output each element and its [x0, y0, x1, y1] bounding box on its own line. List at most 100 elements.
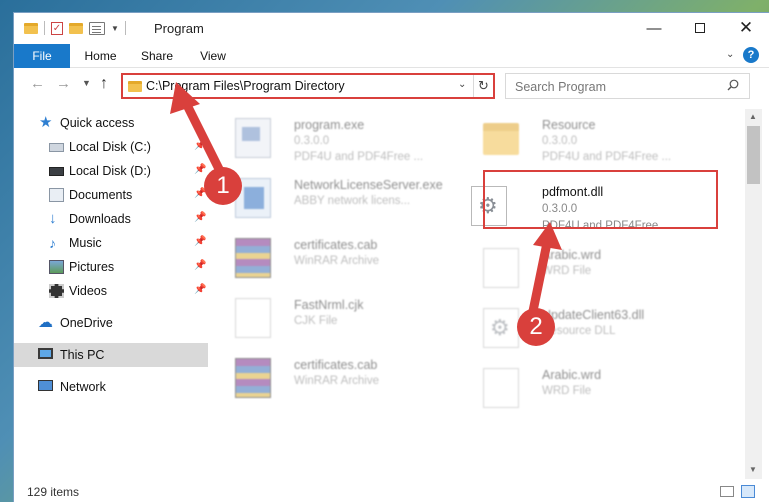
scroll-down-icon[interactable]: ▼ [749, 465, 757, 474]
sidebar-item-quick-access[interactable]: ★ Quick access [14, 111, 210, 135]
pin-icon[interactable]: 📌 [194, 284, 206, 295]
file-item[interactable]: UpdateClient63.dll Resource DLL [458, 303, 703, 359]
back-arrow-icon[interactable]: ← [30, 75, 45, 92]
scrollbar-thumb[interactable] [747, 126, 760, 184]
pin-icon[interactable]: 📌 [194, 260, 206, 271]
tab-share[interactable]: Share [136, 44, 178, 68]
exe-icon [235, 118, 271, 158]
cloud-icon: ☁ [38, 314, 53, 331]
sidebar-item-label: Music [69, 236, 102, 250]
status-bar: 129 items [14, 479, 769, 502]
file-name: program.exe [294, 118, 365, 132]
documents-icon [49, 188, 64, 202]
title-bar: ✓ ▼ Program — ✕ [14, 13, 769, 43]
window-title: Program [154, 21, 204, 36]
sidebar-item-label: Local Disk (C:) [69, 140, 151, 154]
file-type: WinRAR Archive [294, 375, 379, 387]
file-version: 0.3.0.0 [542, 135, 578, 147]
up-arrow-icon[interactable]: ↑ [100, 75, 108, 93]
file-item[interactable]: certificates.cab WinRAR Archive [210, 233, 455, 289]
sidebar-item-music[interactable]: ♪ Music 📌 [14, 231, 210, 255]
file-list: program.exe 0.3.0.0 PDF4U and PDF4Free .… [210, 109, 744, 471]
sidebar-item-this-pc[interactable]: This PC [14, 343, 208, 367]
maximize-button[interactable] [677, 13, 723, 43]
file-item[interactable]: Resource 0.3.0.0 PDF4U and PDF4Free ... [458, 113, 703, 169]
search-placeholder: Search Program [515, 80, 607, 94]
file-name: UpdateClient63.dll [542, 308, 645, 322]
file-version: 0.3.0.0 [294, 135, 330, 147]
details-view-icon[interactable] [720, 486, 734, 497]
highlight-box-pdfmont [483, 170, 718, 229]
chevron-down-icon[interactable]: ▼ [111, 24, 119, 33]
file-name: certificates.cab [294, 238, 378, 252]
sidebar-item-network[interactable]: Network [14, 375, 210, 399]
tab-view[interactable]: View [194, 44, 232, 68]
properties-icon[interactable] [89, 21, 105, 35]
download-icon: ↓ [49, 210, 57, 227]
search-icon[interactable] [727, 79, 739, 91]
tab-file[interactable]: File [14, 44, 70, 68]
sidebar-item-documents[interactable]: Documents 📌 [14, 183, 210, 207]
file-icon [483, 368, 519, 408]
minimize-button[interactable]: — [631, 13, 677, 43]
sidebar-item-pictures[interactable]: Pictures 📌 [14, 255, 210, 279]
file-item[interactable]: certificates.cab WinRAR Archive [210, 353, 455, 409]
file-item[interactable]: Arabic.wrd WRD File [458, 243, 703, 299]
sidebar-item-label: Documents [69, 188, 133, 202]
file-name: FastNrml.cjk [294, 298, 364, 312]
pin-icon[interactable]: 📌 [194, 140, 206, 151]
chevron-down-icon[interactable]: ⌄ [458, 79, 466, 90]
sidebar-item-label: Downloads [69, 212, 131, 226]
star-icon: ★ [39, 114, 53, 131]
file-explorer-window: ✓ ▼ Program — ✕ File Home Share View ⌄ ?… [13, 12, 769, 502]
vertical-scrollbar[interactable]: ▲ ▼ [745, 109, 762, 479]
search-input[interactable]: Search Program [505, 73, 750, 99]
address-bar[interactable]: C:\Program Files\Program Directory ⌄ ↻ [121, 73, 495, 99]
archive-icon [235, 238, 271, 278]
folder-icon [128, 81, 142, 92]
file-item[interactable]: FastNrml.cjk CJK File [210, 293, 455, 349]
close-button[interactable]: ✕ [723, 13, 769, 43]
drive-icon [49, 167, 64, 176]
file-type: WRD File [542, 385, 592, 397]
folder-icon[interactable] [24, 22, 38, 34]
recent-locations-icon[interactable]: ▼ [82, 78, 91, 88]
help-icon[interactable]: ? [743, 47, 759, 63]
new-folder-icon[interactable] [69, 22, 83, 34]
computer-icon [38, 348, 53, 359]
refresh-button[interactable]: ↻ [473, 75, 493, 97]
videos-icon [49, 284, 64, 298]
sidebar-item-local-disk-c[interactable]: Local Disk (C:) 📌 [14, 135, 210, 159]
file-description: ABBY network licens... [294, 195, 411, 207]
quick-access-toolbar: ✓ ▼ [24, 20, 126, 36]
file-name: Arabic.wrd [542, 368, 602, 382]
expand-ribbon-icon[interactable]: ⌄ [726, 49, 734, 60]
pin-icon[interactable]: 📌 [194, 212, 206, 223]
sidebar-item-label: Network [60, 380, 106, 394]
maximize-icon [695, 23, 705, 33]
sidebar-item-local-disk-d[interactable]: Local Disk (D:) 📌 [14, 159, 210, 183]
tab-home[interactable]: Home [78, 44, 123, 68]
archive-icon [235, 358, 271, 398]
sidebar-item-downloads[interactable]: ↓ Downloads 📌 [14, 207, 210, 231]
sidebar-item-label: This PC [60, 348, 105, 362]
ribbon-tabs: File Home Share View ⌄ ? [14, 44, 769, 68]
pin-icon[interactable]: 📌 [194, 236, 206, 247]
pin-icon[interactable]: 📌 [194, 164, 206, 175]
step-1-badge: 1 [204, 167, 242, 205]
sidebar-item-videos[interactable]: Videos 📌 [14, 279, 210, 303]
file-item[interactable]: Arabic.wrd WRD File [458, 363, 703, 419]
address-path[interactable]: C:\Program Files\Program Directory [146, 79, 345, 93]
checkmark-icon[interactable]: ✓ [51, 21, 63, 35]
sidebar-item-onedrive[interactable]: ☁ OneDrive [14, 311, 210, 335]
sidebar-item-label: Local Disk (D:) [69, 164, 151, 178]
file-company: PDF4U and PDF4Free ... [294, 151, 424, 163]
pictures-icon [49, 260, 64, 274]
navigation-pane: ★ Quick access Local Disk (C:) 📌 Local D… [14, 109, 210, 471]
file-item[interactable]: program.exe 0.3.0.0 PDF4U and PDF4Free .… [210, 113, 455, 169]
drive-icon [49, 143, 64, 152]
scroll-up-icon[interactable]: ▲ [749, 112, 757, 121]
forward-arrow-icon[interactable]: → [56, 75, 71, 92]
file-item[interactable]: NetworkLicenseServer.exe ABBY network li… [210, 173, 455, 229]
tiles-view-icon[interactable] [741, 485, 755, 498]
